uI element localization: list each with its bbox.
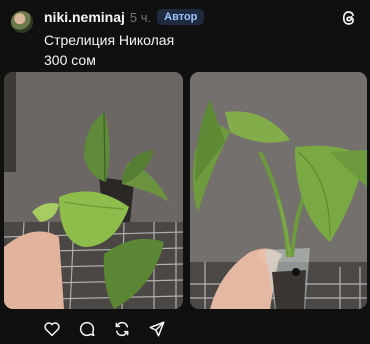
caption-title: Стрелиция Николая <box>44 32 175 48</box>
avatar[interactable] <box>11 11 33 33</box>
like-icon[interactable] <box>43 320 61 338</box>
post-header: niki.neminaj 5 ч. Автор <box>44 9 205 25</box>
post-caption: Стрелиция Николая 300 сом <box>44 30 174 70</box>
username[interactable]: niki.neminaj <box>44 9 125 25</box>
post-actions <box>43 320 183 338</box>
post-time: 5 ч. <box>129 9 152 25</box>
author-badge: Автор <box>157 9 205 25</box>
reply-icon[interactable] <box>78 320 96 338</box>
post-image-2[interactable] <box>190 72 367 309</box>
repost-icon[interactable] <box>113 320 131 338</box>
threads-logo-icon[interactable] <box>340 9 358 27</box>
post-image-1[interactable] <box>4 72 183 309</box>
caption-price: 300 сом <box>44 52 96 68</box>
share-icon[interactable] <box>148 320 166 338</box>
